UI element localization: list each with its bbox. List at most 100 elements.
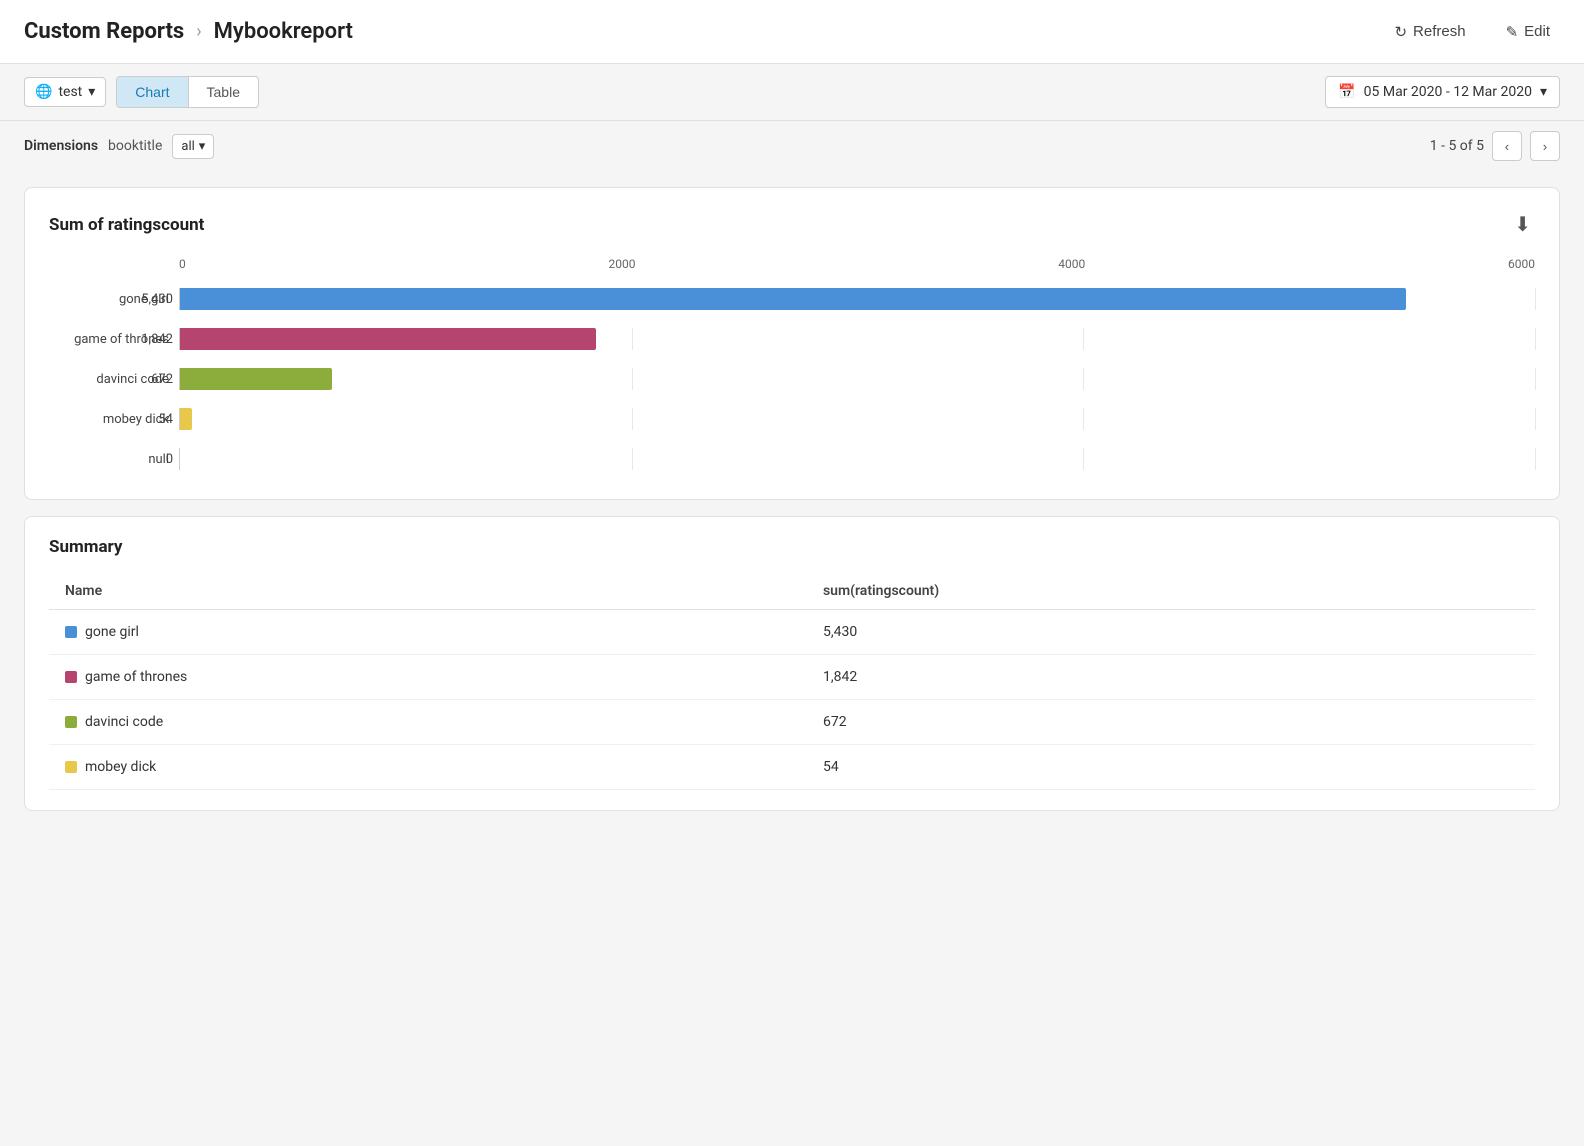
- globe-icon: 🌐: [35, 84, 52, 100]
- chart-bar-value: 0: [129, 452, 173, 467]
- report-name-title: Mybookreport: [214, 19, 353, 44]
- date-range-label: 05 Mar 2020 - 12 Mar 2020: [1364, 84, 1532, 100]
- chart-bar-container: [179, 328, 1535, 350]
- chart-gridline: [1535, 408, 1536, 430]
- chart-card: Sum of ratingscount ⬇ 0 2000 4000 6000 g…: [24, 187, 1560, 500]
- summary-value-cell: 1,842: [807, 655, 1535, 700]
- chart-bar-container: [179, 288, 1535, 310]
- dimensions-field: booktitle: [108, 138, 162, 154]
- summary-book-name: gone girl: [85, 624, 139, 640]
- dimensions-filter[interactable]: all ▾: [172, 134, 214, 159]
- color-indicator: [65, 671, 77, 683]
- date-range-selector[interactable]: 📅 05 Mar 2020 - 12 Mar 2020 ▾: [1325, 76, 1560, 108]
- tab-chart[interactable]: Chart: [117, 77, 188, 107]
- color-indicator: [65, 761, 77, 773]
- summary-value-cell: 672: [807, 700, 1535, 745]
- chart-gridline: [1535, 288, 1536, 310]
- chart-gridline: [1083, 448, 1084, 470]
- chart-gridline: [1083, 328, 1084, 350]
- edit-label: Edit: [1524, 23, 1550, 40]
- env-label: test: [58, 84, 82, 100]
- axis-4000: 4000: [1058, 257, 1085, 271]
- axis-2000: 2000: [609, 257, 636, 271]
- custom-reports-title: Custom Reports: [24, 19, 184, 44]
- breadcrumb: Custom Reports › Mybookreport: [24, 19, 353, 44]
- chart-gridline: [1083, 408, 1084, 430]
- download-button[interactable]: ⬇: [1510, 208, 1535, 241]
- table-row: davinci code 672: [49, 700, 1535, 745]
- summary-name-cell: davinci code: [49, 700, 807, 745]
- toolbar-left: 🌐 test ▾ Chart Table: [24, 76, 259, 108]
- chart-axis: 0 2000 4000 6000: [179, 257, 1535, 271]
- view-tab-group: Chart Table: [116, 76, 259, 108]
- chart-card-header: Sum of ratingscount ⬇: [49, 208, 1535, 241]
- chart-area: 0 2000 4000 6000 gone girl5,430game of t…: [49, 257, 1535, 479]
- edit-icon: ✎: [1506, 23, 1519, 41]
- dimensions-label: Dimensions: [24, 138, 98, 154]
- chart-title: Sum of ratingscount: [49, 215, 204, 235]
- table-row: gone girl 5,430: [49, 610, 1535, 655]
- pagination: 1 - 5 of 5 ‹ ›: [1430, 131, 1560, 161]
- summary-book-name: mobey dick: [85, 759, 156, 775]
- axis-6000: 6000: [1508, 257, 1535, 271]
- refresh-button[interactable]: ↻ Refresh: [1384, 17, 1475, 47]
- main-content: Sum of ratingscount ⬇ 0 2000 4000 6000 g…: [0, 171, 1584, 827]
- filter-value: all: [181, 139, 194, 154]
- chart-gridline: [1535, 448, 1536, 470]
- chart-bar-row: mobey dick54: [179, 399, 1535, 439]
- chart-bar-value: 1,842: [129, 332, 173, 347]
- next-page-button[interactable]: ›: [1530, 131, 1560, 161]
- prev-page-button[interactable]: ‹: [1492, 131, 1522, 161]
- pagination-text: 1 - 5 of 5: [1430, 138, 1484, 154]
- summary-book-name: davinci code: [85, 714, 163, 730]
- refresh-icon: ↻: [1394, 23, 1407, 41]
- chart-bar-fill: [180, 368, 332, 390]
- summary-card: Summary Name sum(ratingscount) gone girl…: [24, 516, 1560, 811]
- chevron-down-icon: ▾: [1540, 84, 1547, 100]
- chart-gridline: [632, 408, 633, 430]
- color-indicator: [65, 716, 77, 728]
- chart-gridline: [632, 448, 633, 470]
- chart-bar-fill: [180, 288, 1406, 310]
- chart-gridline: [1535, 328, 1536, 350]
- refresh-label: Refresh: [1413, 23, 1466, 40]
- summary-name-cell: game of thrones: [49, 655, 807, 700]
- summary-book-name: game of thrones: [85, 669, 187, 685]
- breadcrumb-chevron: ›: [196, 21, 201, 42]
- chart-bar-container: [179, 448, 1535, 470]
- edit-button[interactable]: ✎ Edit: [1496, 17, 1560, 47]
- dimensions-bar: Dimensions booktitle all ▾ 1 - 5 of 5 ‹ …: [0, 121, 1584, 171]
- chart-bar-row: null0: [179, 439, 1535, 479]
- chart-rows: gone girl5,430game of thrones1,842davinc…: [179, 279, 1535, 479]
- chart-bar-value: 672: [129, 372, 173, 387]
- calendar-icon: 📅: [1338, 84, 1355, 100]
- chart-bar-fill: [180, 408, 192, 430]
- chart-bar-value: 5,430: [129, 292, 173, 307]
- summary-table: Name sum(ratingscount) gone girl5,430gam…: [49, 573, 1535, 790]
- chart-bar-row: gone girl5,430: [179, 279, 1535, 319]
- summary-card-header: Summary: [49, 537, 1535, 557]
- summary-value-cell: 54: [807, 745, 1535, 790]
- col-value-header: sum(ratingscount): [807, 573, 1535, 610]
- chart-bar-value: 54: [129, 412, 173, 427]
- color-indicator: [65, 626, 77, 638]
- chart-bar-row: davinci code672: [179, 359, 1535, 399]
- table-row: game of thrones 1,842: [49, 655, 1535, 700]
- chart-bar-row: game of thrones1,842: [179, 319, 1535, 359]
- chart-gridline: [1535, 368, 1536, 390]
- summary-value-cell: 5,430: [807, 610, 1535, 655]
- summary-name-cell: mobey dick: [49, 745, 807, 790]
- header-actions: ↻ Refresh ✎ Edit: [1384, 17, 1560, 47]
- env-selector[interactable]: 🌐 test ▾: [24, 77, 106, 107]
- table-row: mobey dick 54: [49, 745, 1535, 790]
- chart-bar-fill: [180, 328, 596, 350]
- summary-title: Summary: [49, 537, 122, 557]
- chart-bar-container: [179, 368, 1535, 390]
- chart-gridline: [1083, 368, 1084, 390]
- summary-name-cell: gone girl: [49, 610, 807, 655]
- col-name-header: Name: [49, 573, 807, 610]
- chevron-down-icon: ▾: [88, 84, 95, 100]
- header: Custom Reports › Mybookreport ↻ Refresh …: [0, 0, 1584, 64]
- tab-table[interactable]: Table: [189, 77, 258, 107]
- toolbar: 🌐 test ▾ Chart Table 📅 05 Mar 2020 - 12 …: [0, 64, 1584, 121]
